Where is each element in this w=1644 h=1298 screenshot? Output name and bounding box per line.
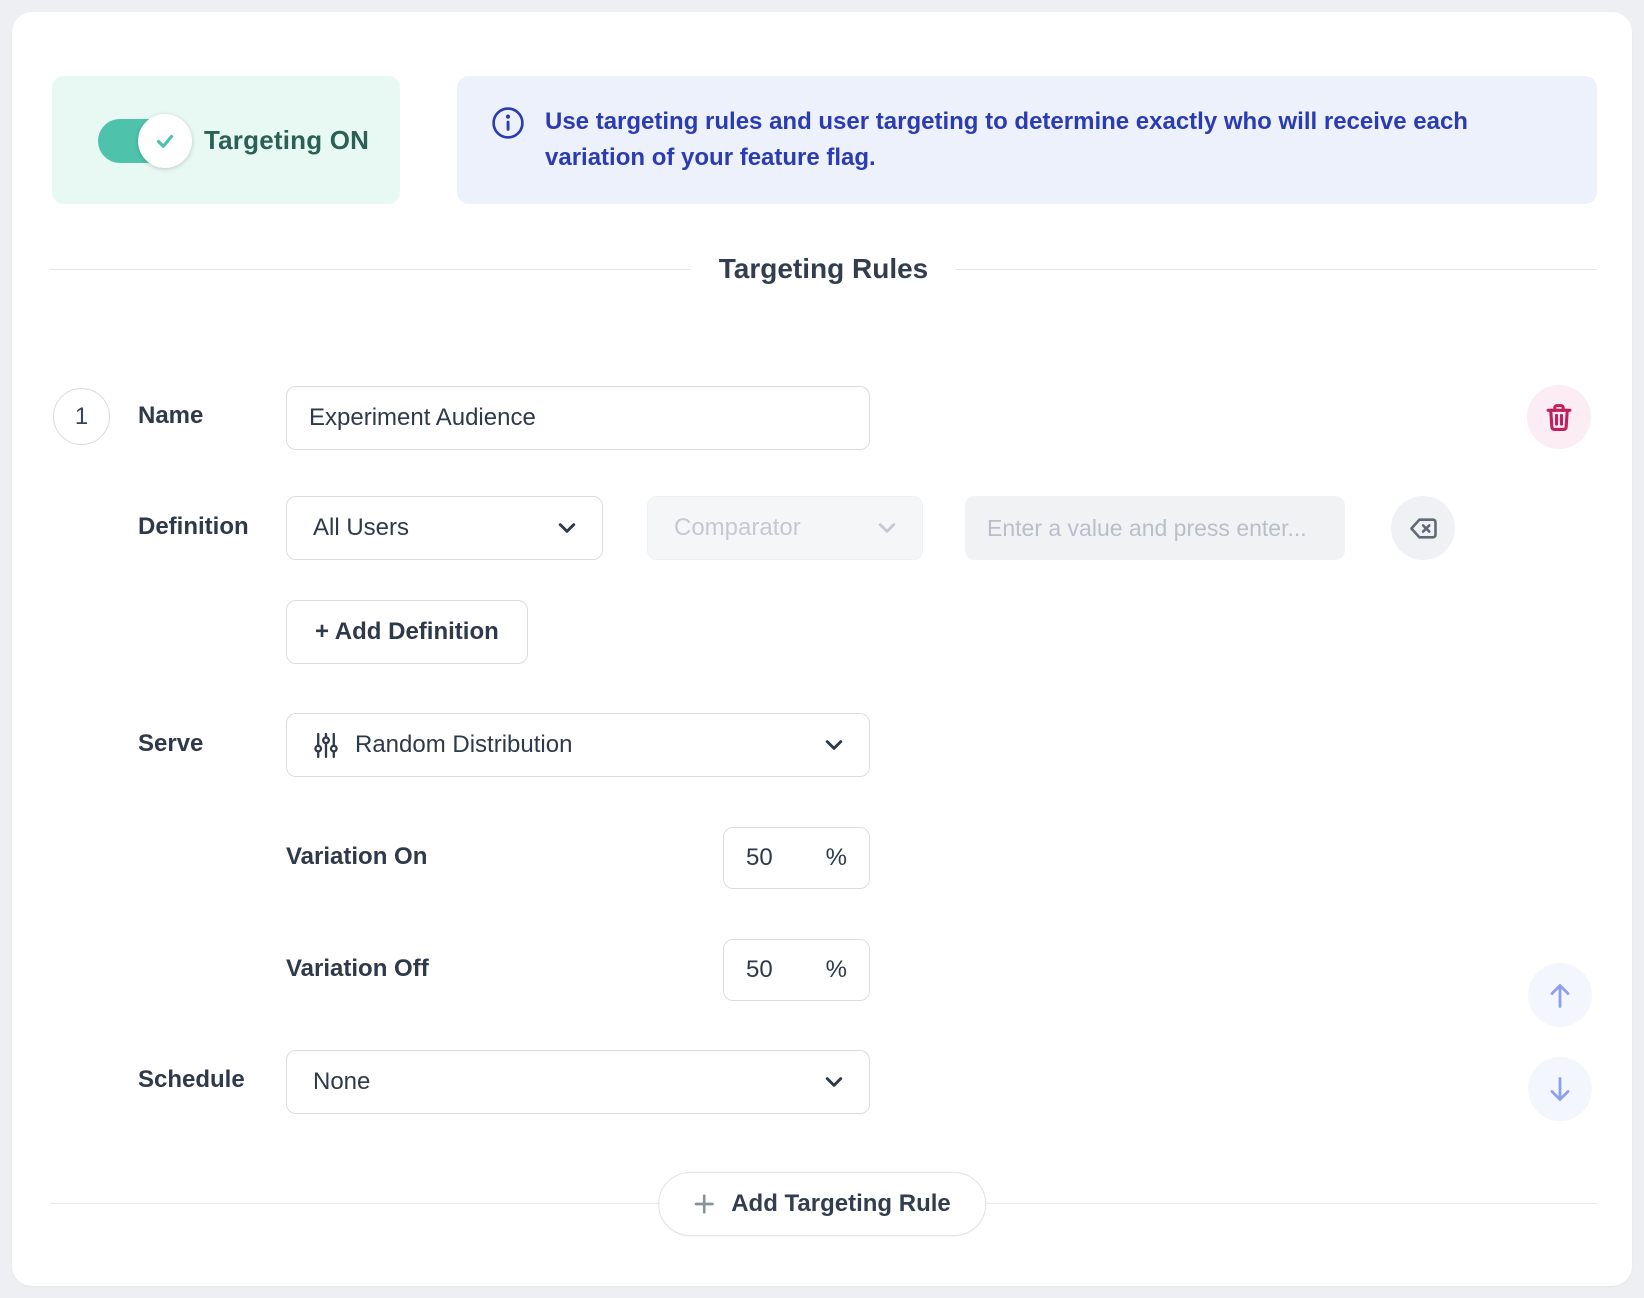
definition-subject-select[interactable]: All Users — [286, 496, 603, 560]
variation-on-label: Variation On — [286, 843, 427, 871]
trash-icon — [1544, 402, 1574, 433]
backspace-icon — [1408, 516, 1439, 541]
info-icon — [491, 106, 525, 140]
comparator-select[interactable]: Comparator — [647, 496, 923, 560]
serve-label: Serve — [138, 730, 203, 758]
add-definition-button[interactable]: + Add Definition — [286, 600, 528, 664]
definition-label: Definition — [138, 513, 249, 541]
serve-value: Random Distribution — [355, 731, 825, 759]
variation-off-input[interactable] — [746, 956, 806, 984]
heading-divider-right — [956, 269, 1597, 270]
heading-divider-left — [50, 269, 691, 270]
serve-select[interactable]: Random Distribution — [286, 713, 870, 777]
toggle-knob — [138, 114, 192, 168]
targeting-toggle-container: Targeting ON — [52, 76, 400, 204]
check-icon — [153, 129, 177, 153]
variation-on-unit: % — [826, 844, 847, 872]
definition-value-input[interactable] — [965, 496, 1345, 560]
sliders-icon — [313, 732, 339, 759]
info-banner: Use targeting rules and user targeting t… — [457, 76, 1597, 204]
arrow-up-icon — [1546, 980, 1574, 1011]
schedule-value: None — [313, 1068, 825, 1096]
targeting-status-label: Targeting ON — [204, 76, 369, 204]
rule-name-input[interactable] — [286, 386, 870, 450]
variation-off-unit: % — [826, 956, 847, 984]
targeting-toggle[interactable] — [98, 119, 176, 163]
info-banner-text: Use targeting rules and user targeting t… — [545, 104, 1563, 176]
chevron-down-icon — [878, 522, 896, 534]
chevron-down-icon — [558, 522, 576, 534]
comparator-placeholder: Comparator — [674, 514, 878, 542]
clear-definition-button[interactable] — [1391, 496, 1455, 560]
add-targeting-rule-label: Add Targeting Rule — [731, 1190, 951, 1218]
variation-on-field: % — [723, 827, 870, 889]
chevron-down-icon — [825, 1076, 843, 1088]
name-label: Name — [138, 402, 203, 430]
page-title: Targeting Rules — [691, 253, 957, 285]
variation-on-input[interactable] — [746, 844, 806, 872]
move-rule-up-button[interactable] — [1528, 963, 1592, 1027]
variation-off-field: % — [723, 939, 870, 1001]
schedule-select[interactable]: None — [286, 1050, 870, 1114]
section-heading: Targeting Rules — [50, 249, 1597, 289]
definition-subject-value: All Users — [313, 514, 558, 542]
targeting-page: Targeting ON Use targeting rules and use… — [0, 0, 1644, 1298]
variation-off-label: Variation Off — [286, 955, 429, 983]
rule-number-badge: 1 — [53, 388, 110, 445]
schedule-label: Schedule — [138, 1066, 245, 1094]
plus-icon — [693, 1193, 715, 1215]
arrow-down-icon — [1546, 1074, 1574, 1105]
delete-rule-button[interactable] — [1527, 385, 1591, 449]
add-targeting-rule-button[interactable]: Add Targeting Rule — [658, 1172, 986, 1236]
move-rule-down-button[interactable] — [1528, 1057, 1592, 1121]
chevron-down-icon — [825, 739, 843, 751]
